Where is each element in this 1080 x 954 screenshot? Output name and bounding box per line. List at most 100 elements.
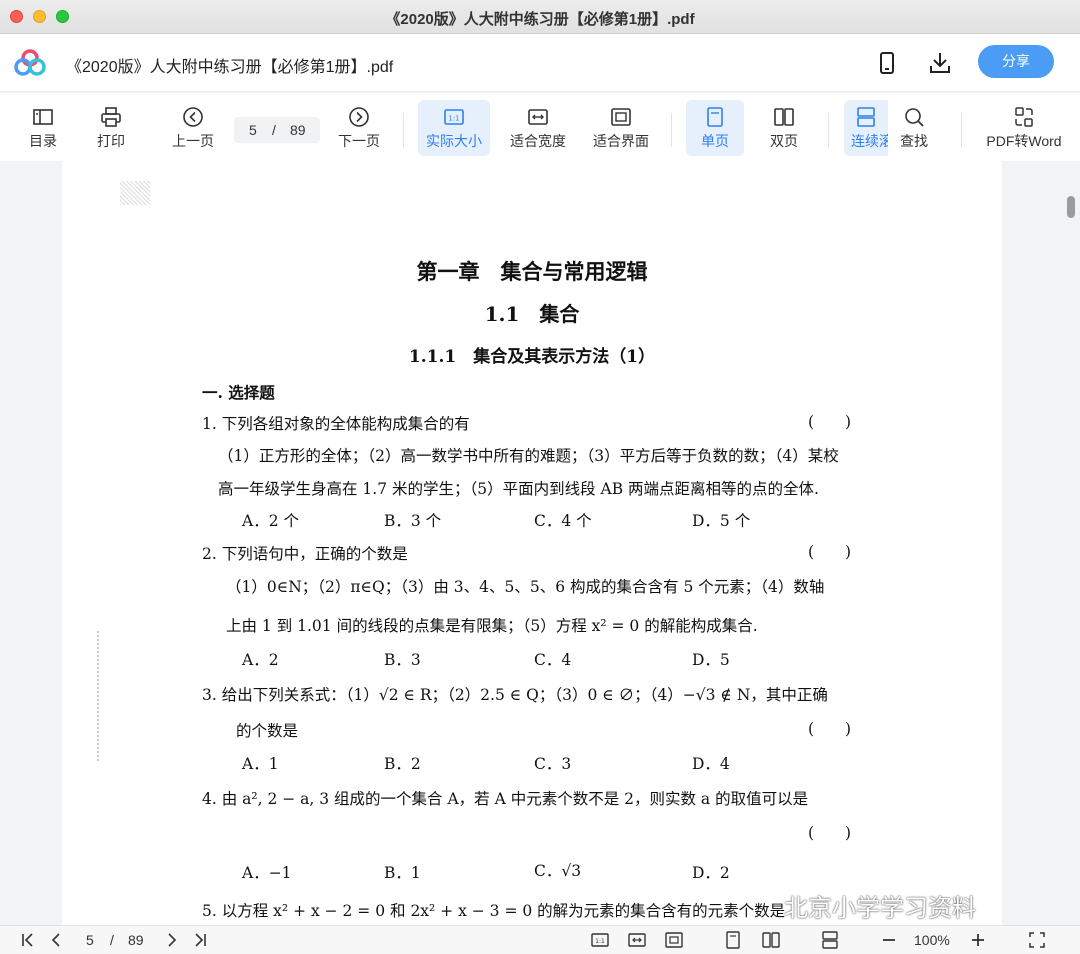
fit-width-label: 适合宽度 xyxy=(510,133,566,149)
option-d: D．2 xyxy=(692,864,730,882)
answer-blank: ( ) xyxy=(808,543,852,561)
fit-page-button[interactable]: 适合界面 xyxy=(585,100,657,156)
toolbar-divider xyxy=(671,113,672,147)
option-c: C．4 个 xyxy=(534,512,592,530)
download-icon[interactable] xyxy=(927,50,953,76)
document-header: 《2020版》人大附中练习册【必修第1册】.pdf 分享 xyxy=(0,34,1080,92)
actual-size-button[interactable]: 1:1 实际大小 xyxy=(418,100,490,156)
fit-page-icon xyxy=(611,108,631,126)
pdf-to-word-label: PDF转Word xyxy=(986,133,1062,149)
current-page[interactable]: 5 xyxy=(86,932,94,952)
toc-button[interactable]: 目录 xyxy=(14,100,72,156)
question-1-line: （1）正方形的全体；（2）高一数学书中所有的难题；（3）平方后等于负数的数；（4… xyxy=(218,447,839,465)
prev-page-button[interactable]: 上一页 xyxy=(164,100,222,156)
option-c: C．4 xyxy=(534,651,572,669)
answer-blank: ( ) xyxy=(808,413,852,431)
question-1-stem: 1. 下列各组对象的全体能构成集合的有 xyxy=(202,415,470,433)
pdf-page: 第一章 集合与常用逻辑 1.1 集合 1.1.1 集合及其表示方法（1） 一. … xyxy=(62,161,1002,925)
double-page-button[interactable]: 双页 xyxy=(755,100,813,156)
prev-page-label: 上一页 xyxy=(172,133,214,149)
window-titlebar: 《2020版》人大附中练习册【必修第1册】.pdf xyxy=(0,0,1080,34)
printer-icon xyxy=(101,107,121,127)
question-2-line: 上由 1 到 1.01 间的线段的点集是有限集；（5）方程 x² = 0 的解能… xyxy=(226,617,758,635)
option-b: B．1 xyxy=(384,864,421,882)
double-page-icon xyxy=(774,108,794,126)
section-title: 1.1 集合 xyxy=(484,302,580,326)
part-heading: 一. 选择题 xyxy=(202,383,275,402)
share-button[interactable]: 分享 xyxy=(978,45,1054,78)
question-3-stem: 3. 给出下列关系式：（1）√2 ∈ R；（2）2.5 ∈ Q；（3）0 ∈ ∅… xyxy=(202,686,828,704)
single-page-label: 单页 xyxy=(701,133,729,149)
option-d: D．5 xyxy=(692,651,730,669)
prev-page-icon[interactable] xyxy=(48,931,66,951)
zoom-level[interactable]: 100% xyxy=(914,932,950,952)
toolbar-divider xyxy=(403,113,404,147)
zoom-out-icon[interactable] xyxy=(880,931,898,951)
scan-artifact xyxy=(97,631,99,761)
option-b: B．2 xyxy=(384,755,421,773)
question-4-stem: 4. 由 a², 2 − a, 3 组成的一个集合 A，若 A 中元素个数不是 … xyxy=(202,790,809,808)
option-a: A．−1 xyxy=(242,864,292,882)
fullscreen-icon[interactable] xyxy=(1028,931,1046,951)
fit-page-label: 适合界面 xyxy=(593,133,649,149)
pdf-toolbar: 目录 打印 上一页 5 / 89 下一页 1:1 实际大小 适合宽度 适合界面 … xyxy=(0,93,1080,161)
toolbar-divider xyxy=(828,113,829,147)
chevron-right-circle-icon xyxy=(349,107,369,127)
continuous-scroll-icon xyxy=(857,107,875,127)
scan-artifact xyxy=(120,181,150,205)
convert-icon xyxy=(1015,107,1033,127)
bottom-status-bar: 5 / 89 1:1 100% xyxy=(0,925,1080,954)
fit-width-icon[interactable] xyxy=(628,931,646,951)
question-3-line: 的个数是 xyxy=(236,722,299,740)
current-page: 5 xyxy=(249,122,257,138)
question-1-line: 高一年级学生身高在 1.7 米的学生；（5）平面内到线段 AB 两端点距离相等的… xyxy=(218,480,819,498)
phone-icon[interactable] xyxy=(874,50,900,76)
sidebar-icon xyxy=(33,109,53,125)
vertical-scrollbar-thumb[interactable] xyxy=(1067,196,1075,218)
option-a: A．2 个 xyxy=(242,512,299,530)
single-page-button[interactable]: 单页 xyxy=(686,100,744,156)
question-2-stem: 2. 下列语句中，正确的个数是 xyxy=(202,545,408,563)
fit-width-icon xyxy=(528,109,548,125)
zoom-in-icon[interactable] xyxy=(969,931,987,951)
double-page-icon[interactable] xyxy=(762,931,780,951)
continuous-scroll-button[interactable]: 连续滚 xyxy=(844,100,888,156)
option-d: D．5 个 xyxy=(692,512,751,530)
pdf-to-word-button[interactable]: PDF转Word xyxy=(982,100,1066,156)
search-icon xyxy=(905,108,924,127)
total-pages: 89 xyxy=(128,932,144,948)
question-2-line: （1）0∈N；（2）π∈Q；（3）由 3、4、5、5、6 构成的集合含有 5 个… xyxy=(226,578,825,596)
next-page-icon[interactable] xyxy=(162,931,180,951)
file-title: 《2020版》人大附中练习册【必修第1册】.pdf xyxy=(66,59,394,76)
continuous-scroll-icon[interactable] xyxy=(821,931,839,951)
document-viewport[interactable]: 第一章 集合与常用逻辑 1.1 集合 1.1.1 集合及其表示方法（1） 一. … xyxy=(0,161,1080,925)
question-5-stem: 5. 以方程 x² + x − 2 = 0 和 2x² + x − 3 = 0 … xyxy=(202,902,786,920)
print-label: 打印 xyxy=(97,133,125,149)
chapter-title: 第一章 集合与常用逻辑 xyxy=(416,259,648,284)
actual-size-icon: 1:1 xyxy=(444,109,464,125)
total-pages: 89 xyxy=(290,122,306,138)
find-label: 查找 xyxy=(900,133,928,149)
single-page-icon[interactable] xyxy=(724,931,742,951)
find-button[interactable]: 查找 xyxy=(886,100,942,156)
next-page-label: 下一页 xyxy=(338,133,380,149)
option-b: B．3 xyxy=(384,651,421,669)
option-a: A．2 xyxy=(242,651,279,669)
actual-size-icon[interactable]: 1:1 xyxy=(591,931,609,951)
fit-page-icon[interactable] xyxy=(665,931,683,951)
print-button[interactable]: 打印 xyxy=(82,100,140,156)
first-page-icon[interactable] xyxy=(20,931,38,951)
double-page-label: 双页 xyxy=(770,133,798,149)
fit-width-button[interactable]: 适合宽度 xyxy=(502,100,574,156)
svg-text:1:1: 1:1 xyxy=(595,938,605,945)
next-page-button[interactable]: 下一页 xyxy=(330,100,388,156)
svg-text:1:1: 1:1 xyxy=(448,115,459,123)
option-d: D．4 xyxy=(692,755,730,773)
page-number-input[interactable]: 5 / 89 xyxy=(234,117,320,143)
watermark-text: 北京小学学习资料 xyxy=(784,894,976,922)
option-c: C．√3 xyxy=(534,862,582,880)
toc-label: 目录 xyxy=(29,133,57,149)
option-a: A．1 xyxy=(242,755,279,773)
last-page-icon[interactable] xyxy=(190,931,208,951)
continuous-scroll-label: 连续滚 xyxy=(851,133,888,149)
